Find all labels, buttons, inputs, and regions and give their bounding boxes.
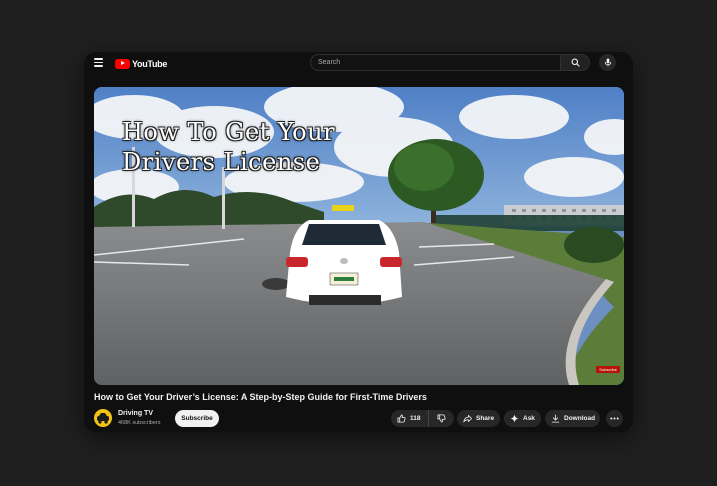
subscribe-button[interactable]: Subscribe	[175, 410, 219, 427]
overlay-line-2: Drivers License	[122, 148, 321, 176]
microphone-icon	[604, 58, 611, 67]
more-actions-button[interactable]	[606, 410, 623, 427]
sparkle-icon	[510, 414, 519, 423]
share-arrow-icon	[463, 414, 472, 423]
download-button[interactable]: Download	[545, 410, 600, 427]
overlay-line-1: How To Get Your	[122, 118, 336, 146]
video-title: How to Get Your Driver’s License: A Step…	[94, 392, 427, 402]
thumbs-up-icon	[397, 414, 406, 423]
search-icon	[571, 58, 580, 67]
channel-avatar[interactable]	[94, 409, 112, 427]
video-overlay-title: How To Get Your Drivers License	[122, 117, 335, 177]
search-button[interactable]	[561, 54, 590, 71]
like-button[interactable]: 118	[391, 410, 429, 427]
youtube-logo[interactable]: YouTube	[115, 57, 167, 70]
search-input[interactable]: Search	[310, 54, 561, 71]
ask-button[interactable]: Ask	[504, 410, 541, 427]
video-player[interactable]: How To Get Your Drivers License Subscrib…	[94, 87, 624, 385]
download-icon	[551, 414, 560, 423]
ask-label: Ask	[523, 415, 535, 422]
voice-search-button[interactable]	[599, 54, 616, 71]
top-bar: YouTube Search	[84, 52, 633, 76]
search-placeholder: Search	[318, 59, 341, 66]
youtube-play-logo-icon	[115, 58, 130, 69]
download-label: Download	[564, 415, 596, 422]
share-button[interactable]: Share	[457, 410, 500, 427]
share-label: Share	[476, 415, 495, 422]
hamburger-menu-icon[interactable]	[94, 58, 103, 67]
thumbs-down-icon	[437, 414, 446, 423]
channel-name[interactable]: Driving TV	[118, 410, 153, 417]
logo-text: YouTube	[132, 58, 168, 69]
youtube-window: YouTube Search How To Get Your Drivers L…	[84, 52, 633, 432]
more-horizontal-icon	[610, 417, 619, 420]
subscribe-watermark[interactable]: Subscribe	[596, 366, 620, 373]
like-dislike-group: 118	[391, 410, 454, 427]
subscriber-count: 468K subscribers	[118, 420, 161, 426]
channel-logo-icon	[97, 413, 109, 424]
like-count: 118	[410, 415, 421, 422]
dislike-button[interactable]	[429, 410, 454, 427]
